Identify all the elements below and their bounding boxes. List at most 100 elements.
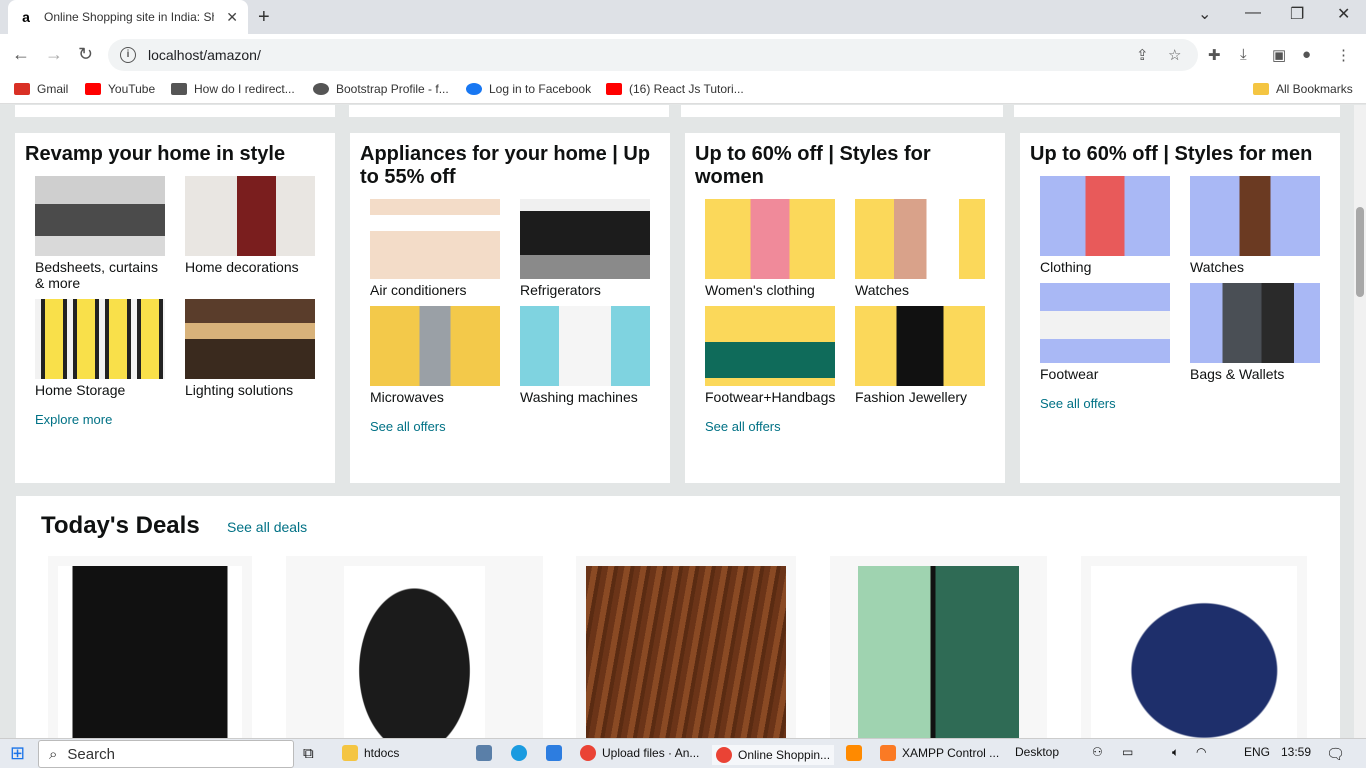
card-home-style: Revamp your home in style Bedsheets, cur… [15, 133, 335, 483]
explore-more-link[interactable]: Explore more [35, 412, 325, 427]
volume-icon[interactable]: 🔈︎ [1172, 745, 1179, 760]
taskbar-item-xampp[interactable]: XAMPP Control ... [880, 745, 999, 761]
side-panel-icon[interactable]: ▣ [1272, 46, 1286, 64]
profile-avatar-icon[interactable]: ● [1302, 46, 1311, 63]
card-item-label: Watches [1190, 259, 1244, 275]
card-item-womens-clothing[interactable]: Women's clothing [705, 199, 835, 298]
sublime-icon[interactable] [846, 745, 868, 761]
wifi-icon[interactable]: ◠ [1196, 745, 1206, 759]
card-item-lighting[interactable]: Lighting solutions [185, 299, 315, 398]
bookmark-redirect[interactable]: How do I redirect... [171, 82, 295, 96]
card-item-men-clothing[interactable]: Clothing [1040, 176, 1170, 275]
card-item-label: Watches [855, 282, 909, 298]
card-title: Up to 60% off | Styles for men [1030, 143, 1313, 165]
card-item-bedsheets[interactable]: Bedsheets, curtains & more [35, 176, 165, 291]
card-item-label: Microwaves [370, 389, 444, 405]
people-icon[interactable]: ⚇ [1092, 745, 1103, 759]
card-item-men-footwear[interactable]: Footwear [1040, 283, 1170, 382]
page-content: Revamp your home in style Bedsheets, cur… [0, 105, 1366, 738]
tab-search-chevron-icon[interactable]: ⌄ [1198, 4, 1211, 24]
notifications-icon[interactable]: 🗨︎ [1326, 745, 1345, 763]
bookmark-gmail[interactable]: Gmail [14, 82, 68, 96]
share-icon[interactable]: ⇪ [1136, 46, 1149, 64]
bookmark-star-icon[interactable]: ☆ [1168, 46, 1181, 64]
card-women-styles: Up to 60% off | Styles for women Women's… [685, 133, 1005, 483]
card-item-label: Clothing [1040, 259, 1092, 275]
forward-icon[interactable]: → [45, 44, 63, 65]
language-indicator[interactable]: ENG [1244, 745, 1270, 759]
edge-icon[interactable] [511, 745, 533, 761]
battery-icon[interactable]: ▭ [1122, 745, 1133, 759]
extensions-icon[interactable]: ✚ [1208, 46, 1221, 64]
card-item-men-watches[interactable]: Watches [1190, 176, 1320, 275]
taskbar-item-upload[interactable]: Upload files · An... [580, 745, 699, 761]
bookmark-facebook[interactable]: Log in to Facebook [466, 82, 591, 96]
card-item-refrigerators[interactable]: Refrigerators [520, 199, 650, 298]
menu-kebab-icon[interactable]: ⋮ [1336, 46, 1351, 64]
see-all-offers-link[interactable]: See all offers [1040, 396, 1330, 411]
see-all-offers-link[interactable]: See all offers [705, 419, 995, 434]
handbag-image [705, 306, 835, 386]
taskbar-item-label: htdocs [364, 746, 400, 760]
tab-active[interactable]: a Online Shopping site in India: Sh ✕ [8, 0, 248, 34]
scrollbar-thumb[interactable] [1356, 207, 1364, 297]
mens-clothing-image [1040, 176, 1170, 256]
card-item-women-watches[interactable]: Watches [855, 199, 985, 298]
new-tab-icon[interactable]: + [258, 6, 270, 29]
youtube-icon [606, 83, 622, 95]
card-item-bags-wallets[interactable]: Bags & Wallets [1190, 283, 1320, 382]
deal-item[interactable] [830, 556, 1047, 738]
bookmark-label: Bootstrap Profile - f... [336, 82, 449, 96]
deal-item[interactable] [48, 556, 252, 738]
taskbar-item-htdocs[interactable]: htdocs [342, 745, 399, 761]
all-bookmarks[interactable]: All Bookmarks [1253, 82, 1353, 96]
taskbar-search[interactable]: ⌕ Search [38, 740, 294, 768]
close-window-icon[interactable]: ✕ [1337, 4, 1350, 24]
card-item-ac[interactable]: Air conditioners [370, 199, 500, 298]
taskbar-item-online-shopping[interactable]: Online Shoppin... [712, 745, 835, 765]
womens-clothing-image [705, 199, 835, 279]
card-item-home-decorations[interactable]: Home decorations [185, 176, 315, 291]
washing-machine-image [520, 306, 650, 386]
desktop-toolbar[interactable]: Desktop [1015, 745, 1059, 759]
bookmark-react[interactable]: (16) React Js Tutori... [606, 82, 744, 96]
task-view-icon[interactable]: ⧉ [303, 745, 314, 762]
bookmark-label: YouTube [108, 82, 156, 96]
card-item-washing-machines[interactable]: Washing machines [520, 306, 650, 405]
bookmark-youtube[interactable]: YouTube [85, 82, 155, 96]
edge-logo [511, 745, 527, 761]
close-tab-icon[interactable]: ✕ [226, 9, 238, 26]
card-item-footwear-handbags[interactable]: Footwear+Handbags [705, 306, 835, 405]
see-all-deals-link[interactable]: See all deals [227, 519, 307, 535]
card-item-home-storage[interactable]: Home Storage [35, 299, 165, 398]
lamp-image [185, 299, 315, 379]
air-conditioner-image [370, 199, 500, 279]
back-icon[interactable]: ← [12, 44, 30, 65]
chrome-icon [580, 745, 596, 761]
download-icon[interactable]: ⤓ [1240, 46, 1247, 63]
deal-item[interactable] [576, 556, 796, 738]
see-all-offers-link[interactable]: See all offers [370, 419, 660, 434]
bookmark-label: Gmail [37, 82, 69, 96]
bookmark-label: Log in to Facebook [489, 82, 592, 96]
site-info-icon[interactable]: i [120, 47, 136, 63]
restore-icon[interactable]: ❐ [1290, 4, 1304, 24]
minimize-icon[interactable]: — [1245, 4, 1261, 22]
card-item-label: Fashion Jewellery [855, 389, 968, 405]
deal-item[interactable] [1081, 556, 1307, 738]
card-item-fashion-jewellery[interactable]: Fashion Jewellery [855, 306, 985, 405]
reload-icon[interactable]: ↻ [78, 44, 93, 65]
scrollbar-track[interactable] [1354, 105, 1366, 738]
bookmark-bootstrap[interactable]: Bootstrap Profile - f... [313, 82, 449, 96]
clock[interactable]: 13:59 [1281, 745, 1311, 759]
store-icon[interactable] [546, 745, 568, 761]
site-icon [171, 83, 187, 95]
photos-icon [476, 745, 492, 761]
address-bar[interactable]: i localhost/amazon/ [108, 39, 1198, 71]
windows-start-icon[interactable]: ⊞ [10, 743, 25, 764]
card-item-label: Air conditioners [370, 282, 467, 298]
deal-item[interactable] [286, 556, 543, 738]
tab-bar: a Online Shopping site in India: Sh ✕ + … [0, 0, 1366, 34]
app-icon[interactable] [476, 745, 498, 761]
card-item-microwaves[interactable]: Microwaves [370, 306, 500, 405]
